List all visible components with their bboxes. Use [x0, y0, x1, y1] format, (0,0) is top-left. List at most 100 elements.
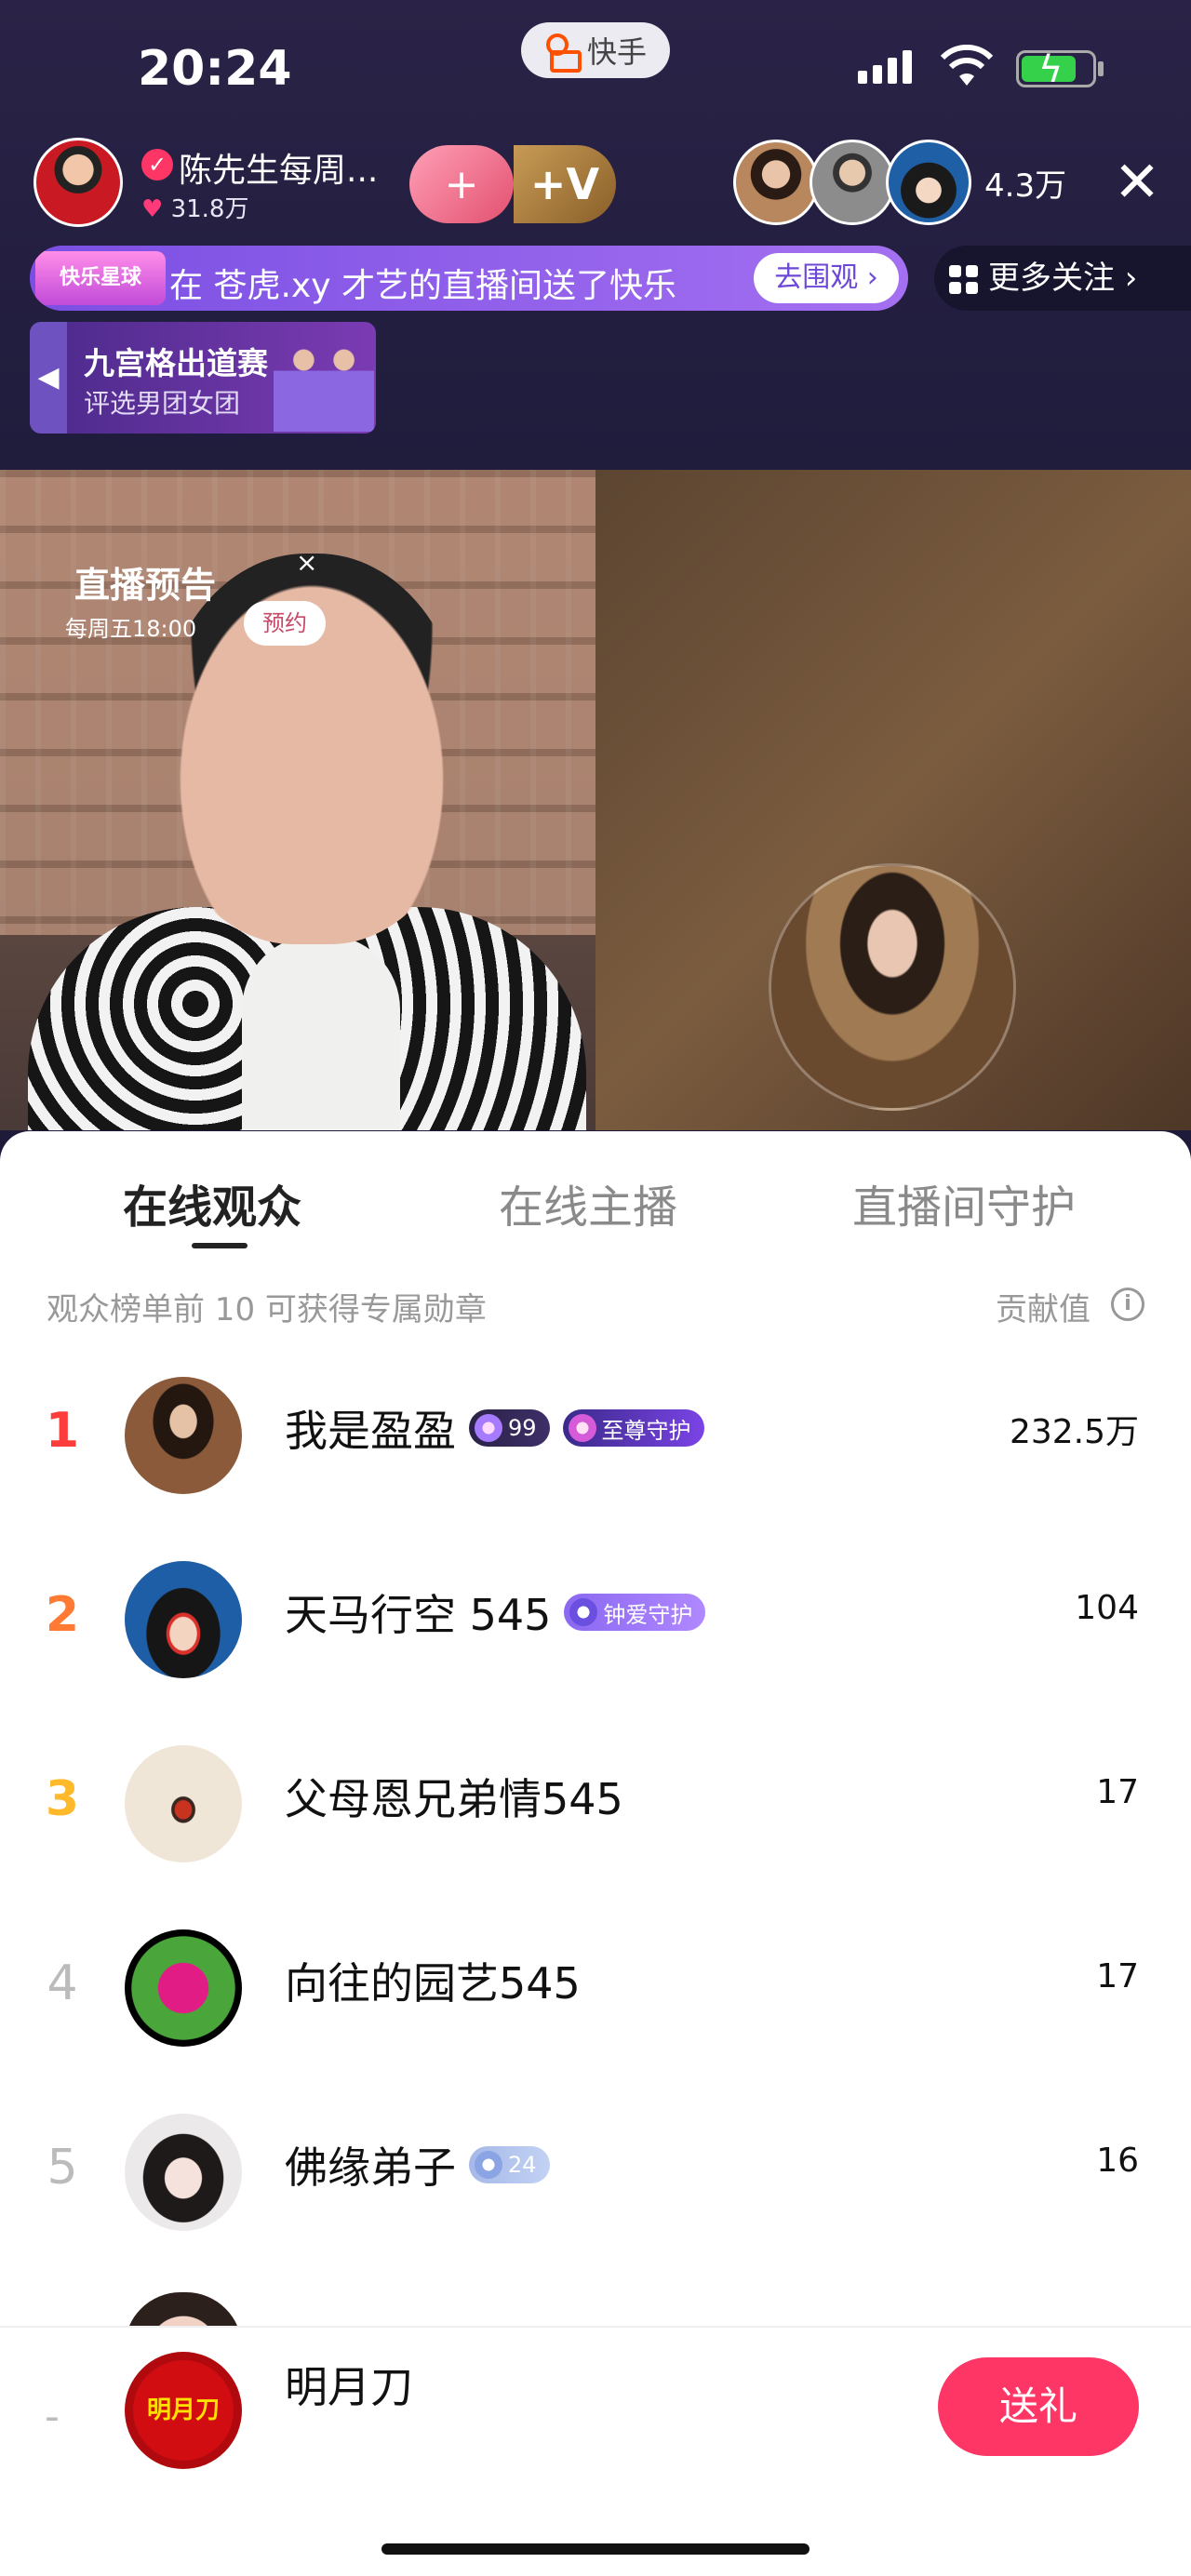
host-likes: ♥ 31.8万 — [141, 190, 248, 224]
promo-illustration — [274, 329, 374, 432]
info-icon[interactable]: i — [1111, 1288, 1144, 1321]
guard-label: 至尊守护 — [601, 1417, 691, 1444]
live-room-header: 20:24 快手 ϟ ✓ 陈先生每周... ♥ 31.8万 + +V 4.3万 … — [0, 0, 1191, 470]
avatar[interactable] — [125, 1745, 242, 1862]
level-badge: 99 — [469, 1409, 550, 1447]
avatar[interactable] — [125, 1561, 242, 1678]
avatar[interactable] — [125, 1377, 242, 1494]
send-gift-button[interactable]: 送礼 — [938, 2357, 1139, 2456]
user-name-line: 我是盈盈 99 至尊守护 — [285, 1397, 704, 1459]
contribution-score: 17 — [1096, 1773, 1139, 1811]
banner-tag: 快乐星球 — [35, 251, 166, 305]
verified-check-icon: ✓ — [141, 149, 173, 180]
status-time: 20:24 — [138, 41, 292, 97]
list-item[interactable]: 1 我是盈盈 99 至尊守护 232.5万 — [0, 1343, 1191, 1528]
avatar[interactable] — [125, 1929, 242, 2047]
rank-number: 1 — [45, 1403, 80, 1459]
user-name: 我是盈盈 — [285, 1406, 456, 1456]
level-badge: 24 — [469, 2146, 550, 2183]
level-value: 99 — [508, 1415, 537, 1441]
kuaishou-logo-icon — [544, 32, 582, 73]
active-tab-indicator — [192, 1243, 248, 1248]
more-follow-button[interactable]: 更多关注 › — [934, 246, 1191, 311]
host-likes-count: 31.8万 — [170, 195, 249, 223]
list-item[interactable]: 2 天马行空 545 钟爱守护 104 — [0, 1528, 1191, 1712]
tab-room-guardians[interactable]: 直播间守护 — [852, 1170, 1076, 1235]
user-name: 父母恩兄弟情545 — [285, 1774, 623, 1824]
user-name: 向往的园艺545 — [285, 1958, 581, 2009]
guard-badge: 至尊守护 — [562, 1409, 704, 1447]
viewer-avatar[interactable] — [733, 140, 819, 225]
level-value: 24 — [508, 2152, 537, 2178]
go-watch-button[interactable]: 去围观 › — [754, 253, 899, 303]
contribution-score: 17 — [1096, 1957, 1139, 1995]
rank-number: 2 — [45, 1587, 80, 1643]
follow-heart-button[interactable]: + — [409, 145, 514, 223]
collapse-arrow-icon[interactable]: ◀ — [30, 322, 67, 434]
status-bar: 20:24 快手 ϟ — [0, 0, 1191, 130]
ranking-hint: 观众榜单前 10 可获得专属勋章 — [47, 1291, 487, 1328]
host-info[interactable]: ✓ 陈先生每周... ♥ 31.8万 + +V — [28, 138, 616, 231]
guest-avatar[interactable] — [769, 863, 1016, 1111]
my-name: 明月刀 — [285, 2362, 413, 2412]
preview-schedule: 每周五18:00 — [65, 616, 197, 642]
user-name-line: 向往的园艺545 — [285, 1950, 581, 2011]
tab-online-hosts[interactable]: 在线主播 — [499, 1170, 677, 1235]
sheet-tabs: 在线观众 在线主播 直播间守护 — [0, 1131, 1191, 1252]
contribution-label: 贡献值 — [996, 1291, 1091, 1328]
user-name-line: 佛缘弟子 24 — [285, 2134, 550, 2196]
home-indicator[interactable] — [381, 2543, 810, 2555]
promo-title: 九宫格出道赛 — [84, 345, 268, 381]
viewer-avatar[interactable] — [810, 140, 895, 225]
user-name: 佛缘弟子 — [285, 2142, 456, 2193]
my-ranking-bar: - 明月刀 明月刀 送礼 — [0, 2326, 1191, 2576]
tab-online-audience[interactable]: 在线观众 — [123, 1170, 301, 1235]
host-collar — [242, 935, 400, 1130]
host-avatar[interactable] — [33, 138, 123, 227]
battery-cap — [1098, 61, 1104, 76]
host-video[interactable]: 直播预告 × 每周五18:00 预约 — [0, 470, 596, 1130]
gem-icon — [475, 1414, 502, 1442]
charging-bolt-icon: ϟ — [1038, 48, 1064, 91]
list-item[interactable]: 5 佛缘弟子 24 16 — [0, 2080, 1191, 2264]
contribution-score: 232.5万 — [1009, 1413, 1139, 1451]
contribution-score: 16 — [1096, 2142, 1139, 2180]
guard-label: 钟爱守护 — [603, 1601, 693, 1628]
list-item[interactable]: 4 向往的园艺545 17 — [0, 1896, 1191, 2080]
grid-icon — [949, 264, 979, 295]
promo-card[interactable]: ◀ 九宫格出道赛 评选男团女团 — [30, 322, 376, 434]
avatar[interactable] — [125, 2114, 242, 2231]
app-indicator: 快手 — [521, 22, 670, 78]
gift-broadcast-banner[interactable]: 快乐星球 在 苍虎.xy 才艺的直播间送了快乐 去围观 › — [30, 246, 908, 311]
list-item[interactable]: 3 父母恩兄弟情545 17 — [0, 1712, 1191, 1896]
user-name-line: 天马行空 545 钟爱守护 — [285, 1582, 706, 1643]
plus-heart-icon: + — [444, 160, 479, 208]
heart-icon: ♥ — [141, 195, 164, 223]
banner-text: 在 苍虎.xy 才艺的直播间送了快乐 — [169, 267, 676, 305]
my-avatar[interactable]: 明月刀 — [125, 2352, 242, 2469]
rank-number: 3 — [45, 1771, 80, 1827]
host-name[interactable]: 陈先生每周... — [179, 143, 378, 192]
preview-title: 直播预告 — [74, 565, 217, 606]
guard-icon — [568, 1414, 596, 1442]
user-name: 天马行空 545 — [285, 1590, 552, 1640]
follow-buttons: + +V — [409, 145, 616, 223]
guard-badge: 钟爱守护 — [564, 1594, 706, 1631]
app-name: 快手 — [586, 34, 647, 70]
viewer-count[interactable]: 4.3万 — [984, 160, 1066, 206]
rank-number: 5 — [47, 2140, 78, 2196]
top-viewers[interactable]: 4.3万 — [733, 140, 1161, 229]
preview-close-icon[interactable]: × — [296, 547, 317, 578]
shield-icon — [569, 1598, 598, 1626]
cellular-signal-icon — [858, 50, 912, 84]
user-name-line: 父母恩兄弟情545 — [285, 1766, 623, 1827]
reserve-button[interactable]: 预约 — [244, 601, 326, 646]
gem-icon — [475, 2151, 502, 2179]
my-rank: - — [45, 2393, 60, 2440]
add-v-button[interactable]: +V — [514, 145, 616, 223]
viewer-avatar[interactable] — [886, 140, 971, 225]
close-icon[interactable]: ✕ — [1109, 145, 1165, 220]
promo-subtitle: 评选男团女团 — [84, 388, 241, 419]
contribution-score: 104 — [1075, 1589, 1139, 1627]
live-preview-card[interactable]: 直播预告 × 每周五18:00 预约 — [47, 547, 326, 649]
